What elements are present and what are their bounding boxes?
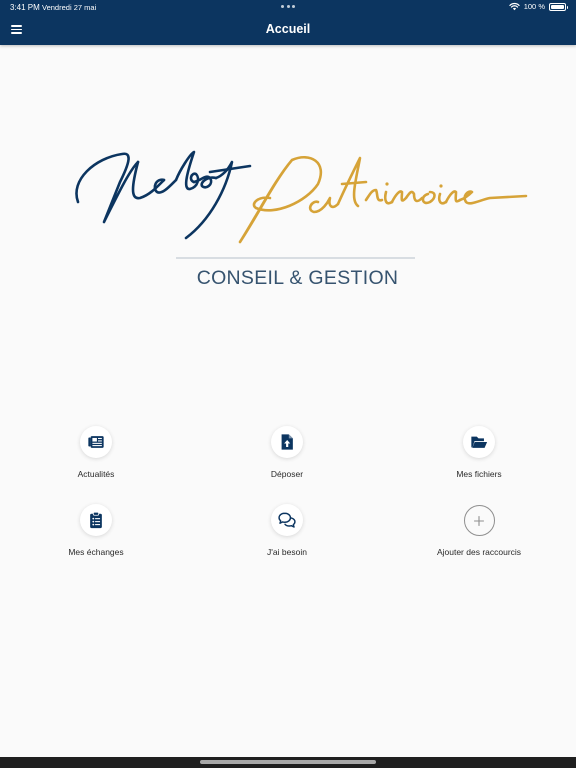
- shortcut-icon-circle: [80, 504, 112, 536]
- status-date: Vendredi 27 mai: [42, 3, 97, 12]
- shortcut-icon-circle: [271, 426, 303, 458]
- shortcut-label: J'ai besoin: [267, 547, 307, 557]
- newspaper-icon: [88, 436, 104, 448]
- shortcut-icon-circle: [80, 426, 112, 458]
- add-shortcut-button[interactable]: [463, 505, 495, 536]
- wifi-icon: [509, 3, 520, 11]
- page-title: Accueil: [265, 22, 311, 36]
- battery-percentage: 100 %: [523, 2, 545, 11]
- logo-patrimoine-script: [238, 155, 528, 244]
- shortcut-label: Actualités: [77, 469, 115, 479]
- app-header: 3:41 PM Vendredi 27 mai 100 % Accueil: [0, 0, 576, 45]
- plus-icon: [473, 515, 485, 526]
- shortcut-mes-fichiers[interactable]: Mes fichiers: [399, 426, 559, 479]
- shortcut-label: Déposer: [270, 469, 304, 479]
- status-time: 3:41 PM: [10, 3, 40, 12]
- shortcut-label: Mes fichiers: [456, 469, 502, 479]
- company-logo: CONSEIL & GESTION: [60, 140, 535, 300]
- home-indicator[interactable]: [200, 760, 376, 764]
- file-upload-icon: [281, 434, 293, 450]
- shortcut-deposer[interactable]: Déposer: [207, 426, 367, 479]
- logo-nebot-script: [75, 150, 252, 240]
- logo-tagline: CONSEIL & GESTION: [196, 267, 399, 289]
- shortcut-ajouter-raccourcis[interactable]: Ajouter des raccourcis: [399, 505, 559, 557]
- shortcut-label: Mes échanges: [68, 547, 124, 557]
- battery-level-fill: [551, 4, 564, 9]
- shortcut-actualites[interactable]: Actualités: [16, 426, 176, 479]
- shortcut-j-ai-besoin[interactable]: J'ai besoin: [207, 504, 367, 557]
- clipboard-list-icon: [90, 511, 102, 529]
- logo-wordmark-graphic: [75, 150, 528, 259]
- status-indicators: 100 %: [509, 2, 568, 11]
- shortcut-icon-circle: [271, 504, 303, 536]
- folder-open-icon: [471, 436, 488, 448]
- chat-bubbles-icon: [278, 512, 296, 528]
- shortcut-mes-echanges[interactable]: Mes échanges: [16, 504, 176, 557]
- shortcut-icon-circle: [463, 426, 495, 458]
- battery-icon: [549, 2, 568, 11]
- multitasking-dots-icon[interactable]: [281, 5, 295, 8]
- home-indicator-bar: [0, 757, 576, 768]
- logo-dots: [385, 182, 443, 188]
- shortcut-label: Ajouter des raccourcis: [436, 547, 522, 557]
